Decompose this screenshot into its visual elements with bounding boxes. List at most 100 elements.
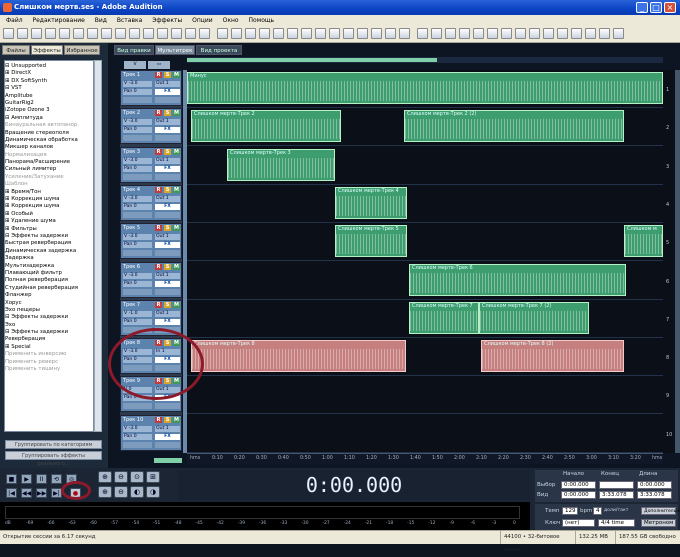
tree-item[interactable]: Полная реверберация: [5, 277, 93, 284]
track-bus-button[interactable]: [155, 211, 180, 218]
fx-button[interactable]: FX: [155, 242, 180, 249]
volume-control[interactable]: V -3.0: [123, 119, 152, 126]
track-header[interactable]: Трек 2 RSM V -3.0 Out 1 Pan 0 FX: [120, 108, 182, 145]
record-arm-button[interactable]: R: [155, 225, 162, 232]
toolbar-button-16[interactable]: [217, 28, 228, 39]
record-arm-button[interactable]: R: [155, 186, 162, 193]
tree-item[interactable]: ⊟ Эффекты задержки: [5, 233, 93, 240]
track-bus-button[interactable]: [155, 173, 180, 180]
record-arm-button[interactable]: R: [155, 148, 162, 155]
track-eq-button[interactable]: [123, 173, 152, 180]
tree-item[interactable]: Задержка: [5, 255, 93, 262]
fast-forward-button[interactable]: ▶▶: [36, 488, 47, 498]
toolbar-button-7[interactable]: [87, 28, 98, 39]
tab-effects[interactable]: Эффекты: [31, 45, 63, 55]
menu-file[interactable]: Файл: [2, 17, 27, 24]
tree-item[interactable]: Быстрая реверберация: [5, 240, 93, 247]
tree-item[interactable]: Шаблон: [5, 181, 93, 188]
tree-item[interactable]: Студийная реверберация: [5, 285, 93, 292]
maximize-button[interactable]: □: [650, 2, 662, 13]
toolbar-button-4[interactable]: [45, 28, 56, 39]
track-header[interactable]: Трек 6 RSM V -3.0 Out 1 Pan 0 FX: [120, 261, 182, 298]
tree-item[interactable]: Динамическая задержка: [5, 248, 93, 255]
tree-item[interactable]: Плавающий фильтр: [5, 270, 93, 277]
tree-item[interactable]: Нормализация: [5, 152, 93, 159]
menu-insert[interactable]: Вставка: [113, 17, 146, 24]
toolbar-button-26[interactable]: [357, 28, 368, 39]
tree-item[interactable]: Микшер каналов: [5, 144, 93, 151]
tree-item[interactable]: iZotope Ozone 3: [5, 107, 93, 114]
solo-button[interactable]: S: [164, 72, 171, 78]
timeline-ruler[interactable]: hms 0:10 0:20 0:30 0:40 0:50 1:00 1:10 1:20 1:30 1…: [187, 453, 663, 464]
toolbar-button-36[interactable]: [501, 28, 512, 39]
track-lane[interactable]: [187, 185, 663, 223]
audio-clip[interactable]: Минус: [187, 72, 663, 104]
output-select[interactable]: Out 1: [155, 119, 180, 126]
view-start-field[interactable]: 0:00.000: [561, 491, 596, 499]
volume-control[interactable]: V -3.0: [123, 272, 152, 279]
audio-clip[interactable]: Слишком мертв-Трек 8: [191, 340, 406, 373]
tree-item[interactable]: ⊞ Удаление шума: [5, 218, 93, 225]
output-select[interactable]: Out 1: [155, 157, 180, 164]
mute-button[interactable]: M: [173, 301, 180, 308]
menu-options[interactable]: Опции: [188, 17, 217, 24]
tree-item[interactable]: ⊟ Unsupported: [5, 63, 93, 70]
solo-button[interactable]: S: [164, 263, 171, 270]
audio-clip[interactable]: Слишком мертв-Трек 7: [409, 301, 479, 334]
tree-item[interactable]: ⊞ Фильтры: [5, 226, 93, 233]
track-bus-button[interactable]: [155, 250, 180, 257]
toolbar-button-6[interactable]: [73, 28, 84, 39]
track-eq-button[interactable]: [123, 211, 152, 218]
toolbar-button-41[interactable]: [571, 28, 582, 39]
audio-clip[interactable]: Слишком мертв-Трек 8 (2): [481, 340, 624, 373]
metronome-button[interactable]: Метроном: [641, 519, 676, 527]
record-arm-button[interactable]: R: [155, 301, 162, 308]
record-arm-button[interactable]: R: [155, 263, 162, 270]
solo-button[interactable]: S: [164, 416, 171, 423]
tempo-field[interactable]: 129: [562, 507, 578, 515]
toolbar-button-14[interactable]: [185, 28, 196, 39]
toolbar-button-20[interactable]: [273, 28, 284, 39]
toolbar-button-35[interactable]: [487, 28, 498, 39]
volume-control[interactable]: V -3.0: [123, 81, 152, 87]
stop-button[interactable]: ■: [6, 474, 17, 484]
toolbar-button-32[interactable]: [445, 28, 456, 39]
mute-button[interactable]: M: [173, 225, 180, 232]
pan-control[interactable]: Pan 0: [123, 203, 152, 210]
toolbar-button-3[interactable]: [31, 28, 42, 39]
tree-item[interactable]: Вращение стереополя: [5, 130, 93, 137]
tree-item[interactable]: Хорус: [5, 300, 93, 307]
toolbar-button-1[interactable]: [3, 28, 14, 39]
toolbar-button-25[interactable]: [343, 28, 354, 39]
mute-button[interactable]: M: [173, 110, 180, 117]
pan-control[interactable]: Pan 0: [123, 89, 152, 95]
tree-item[interactable]: Фланжер: [5, 292, 93, 299]
fx-button[interactable]: FX: [155, 89, 180, 95]
tree-item[interactable]: GuitarRig2: [5, 100, 93, 107]
toolbar-button-11[interactable]: [143, 28, 154, 39]
toolbar-button-12[interactable]: [157, 28, 168, 39]
toolbar-button-44[interactable]: [613, 28, 624, 39]
toolbar-button-29[interactable]: [399, 28, 410, 39]
toolbar-button-33[interactable]: [459, 28, 470, 39]
pan-control[interactable]: Pan 0: [123, 165, 152, 172]
solo-button[interactable]: S: [164, 148, 171, 155]
volume-control[interactable]: V -3.0: [123, 234, 152, 241]
mute-button[interactable]: M: [173, 263, 180, 270]
track-eq-button[interactable]: [123, 403, 152, 410]
toolbar-button-8[interactable]: [101, 28, 112, 39]
selection-length-field[interactable]: 0:00.000: [637, 481, 672, 489]
tree-item[interactable]: Сильный лимитер: [5, 166, 93, 173]
zoom-selection-icon[interactable]: ⊞: [146, 471, 160, 483]
track-bus-button[interactable]: [155, 97, 180, 103]
tree-item[interactable]: ⊞ Время/Тон: [5, 189, 93, 196]
record-arm-button[interactable]: R: [155, 72, 162, 78]
tree-item[interactable]: Amplitube: [5, 93, 93, 100]
tree-item[interactable]: Эхо пещеры: [5, 307, 93, 314]
menu-window[interactable]: Окно: [219, 17, 243, 24]
toolbar-button-40[interactable]: [557, 28, 568, 39]
audio-clip[interactable]: Слишком мертв-Трек 6: [409, 263, 626, 296]
tree-item[interactable]: Применить тишину: [5, 366, 93, 373]
view-length-field[interactable]: 3:33.078: [637, 491, 672, 499]
view-end-field[interactable]: 3:33.078: [599, 491, 634, 499]
